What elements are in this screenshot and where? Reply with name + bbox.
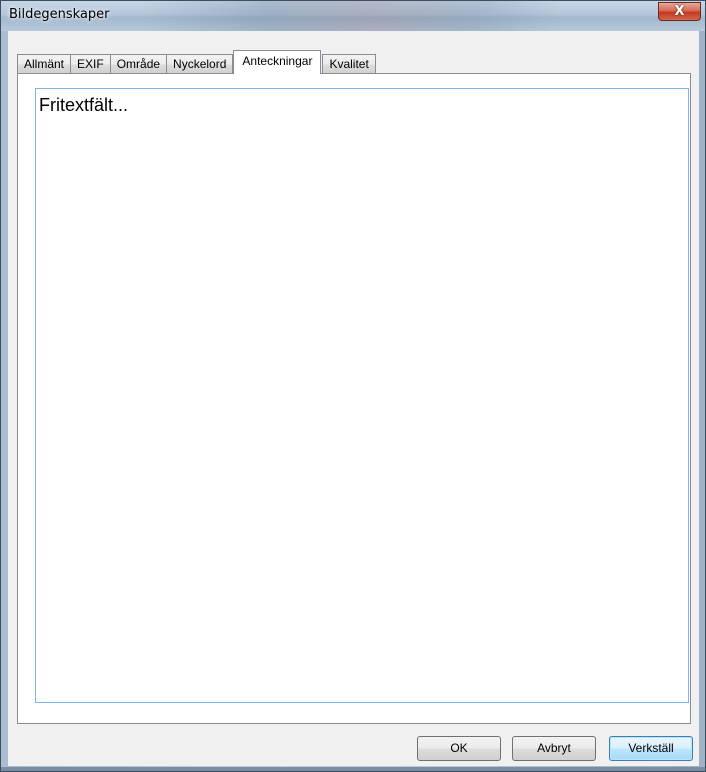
tab-panel-anteckningar: Fritextfält... <box>17 73 691 724</box>
ok-button[interactable]: OK <box>417 736 501 761</box>
tab-omrade[interactable]: Område <box>109 54 168 74</box>
tab-allmant[interactable]: Allmänt <box>17 54 72 74</box>
apply-button[interactable]: Verkställ <box>609 736 693 761</box>
properties-dialog: Bildegenskaper X Allmänt EXIF Område Nyc… <box>0 0 706 772</box>
tab-strip: Allmänt EXIF Område Nyckelord Anteckning… <box>17 50 376 74</box>
notes-textarea[interactable]: Fritextfält... <box>35 88 689 703</box>
tab-exif[interactable]: EXIF <box>70 54 111 74</box>
tab-anteckningar[interactable]: Anteckningar <box>233 50 322 74</box>
window-bottom-border <box>1 767 705 771</box>
window-title: Bildegenskaper <box>9 7 110 22</box>
tab-nyckelord[interactable]: Nyckelord <box>166 54 234 74</box>
close-button[interactable]: X <box>658 2 701 21</box>
tab-kvalitet[interactable]: Kvalitet <box>322 54 376 74</box>
dialog-buttons: OK Avbryt Verkställ <box>8 736 699 761</box>
close-icon: X <box>674 4 685 19</box>
dialog-body: Allmänt EXIF Område Nyckelord Anteckning… <box>8 31 699 766</box>
title-bar[interactable]: Bildegenskaper X <box>1 1 705 31</box>
cancel-button[interactable]: Avbryt <box>512 736 596 761</box>
